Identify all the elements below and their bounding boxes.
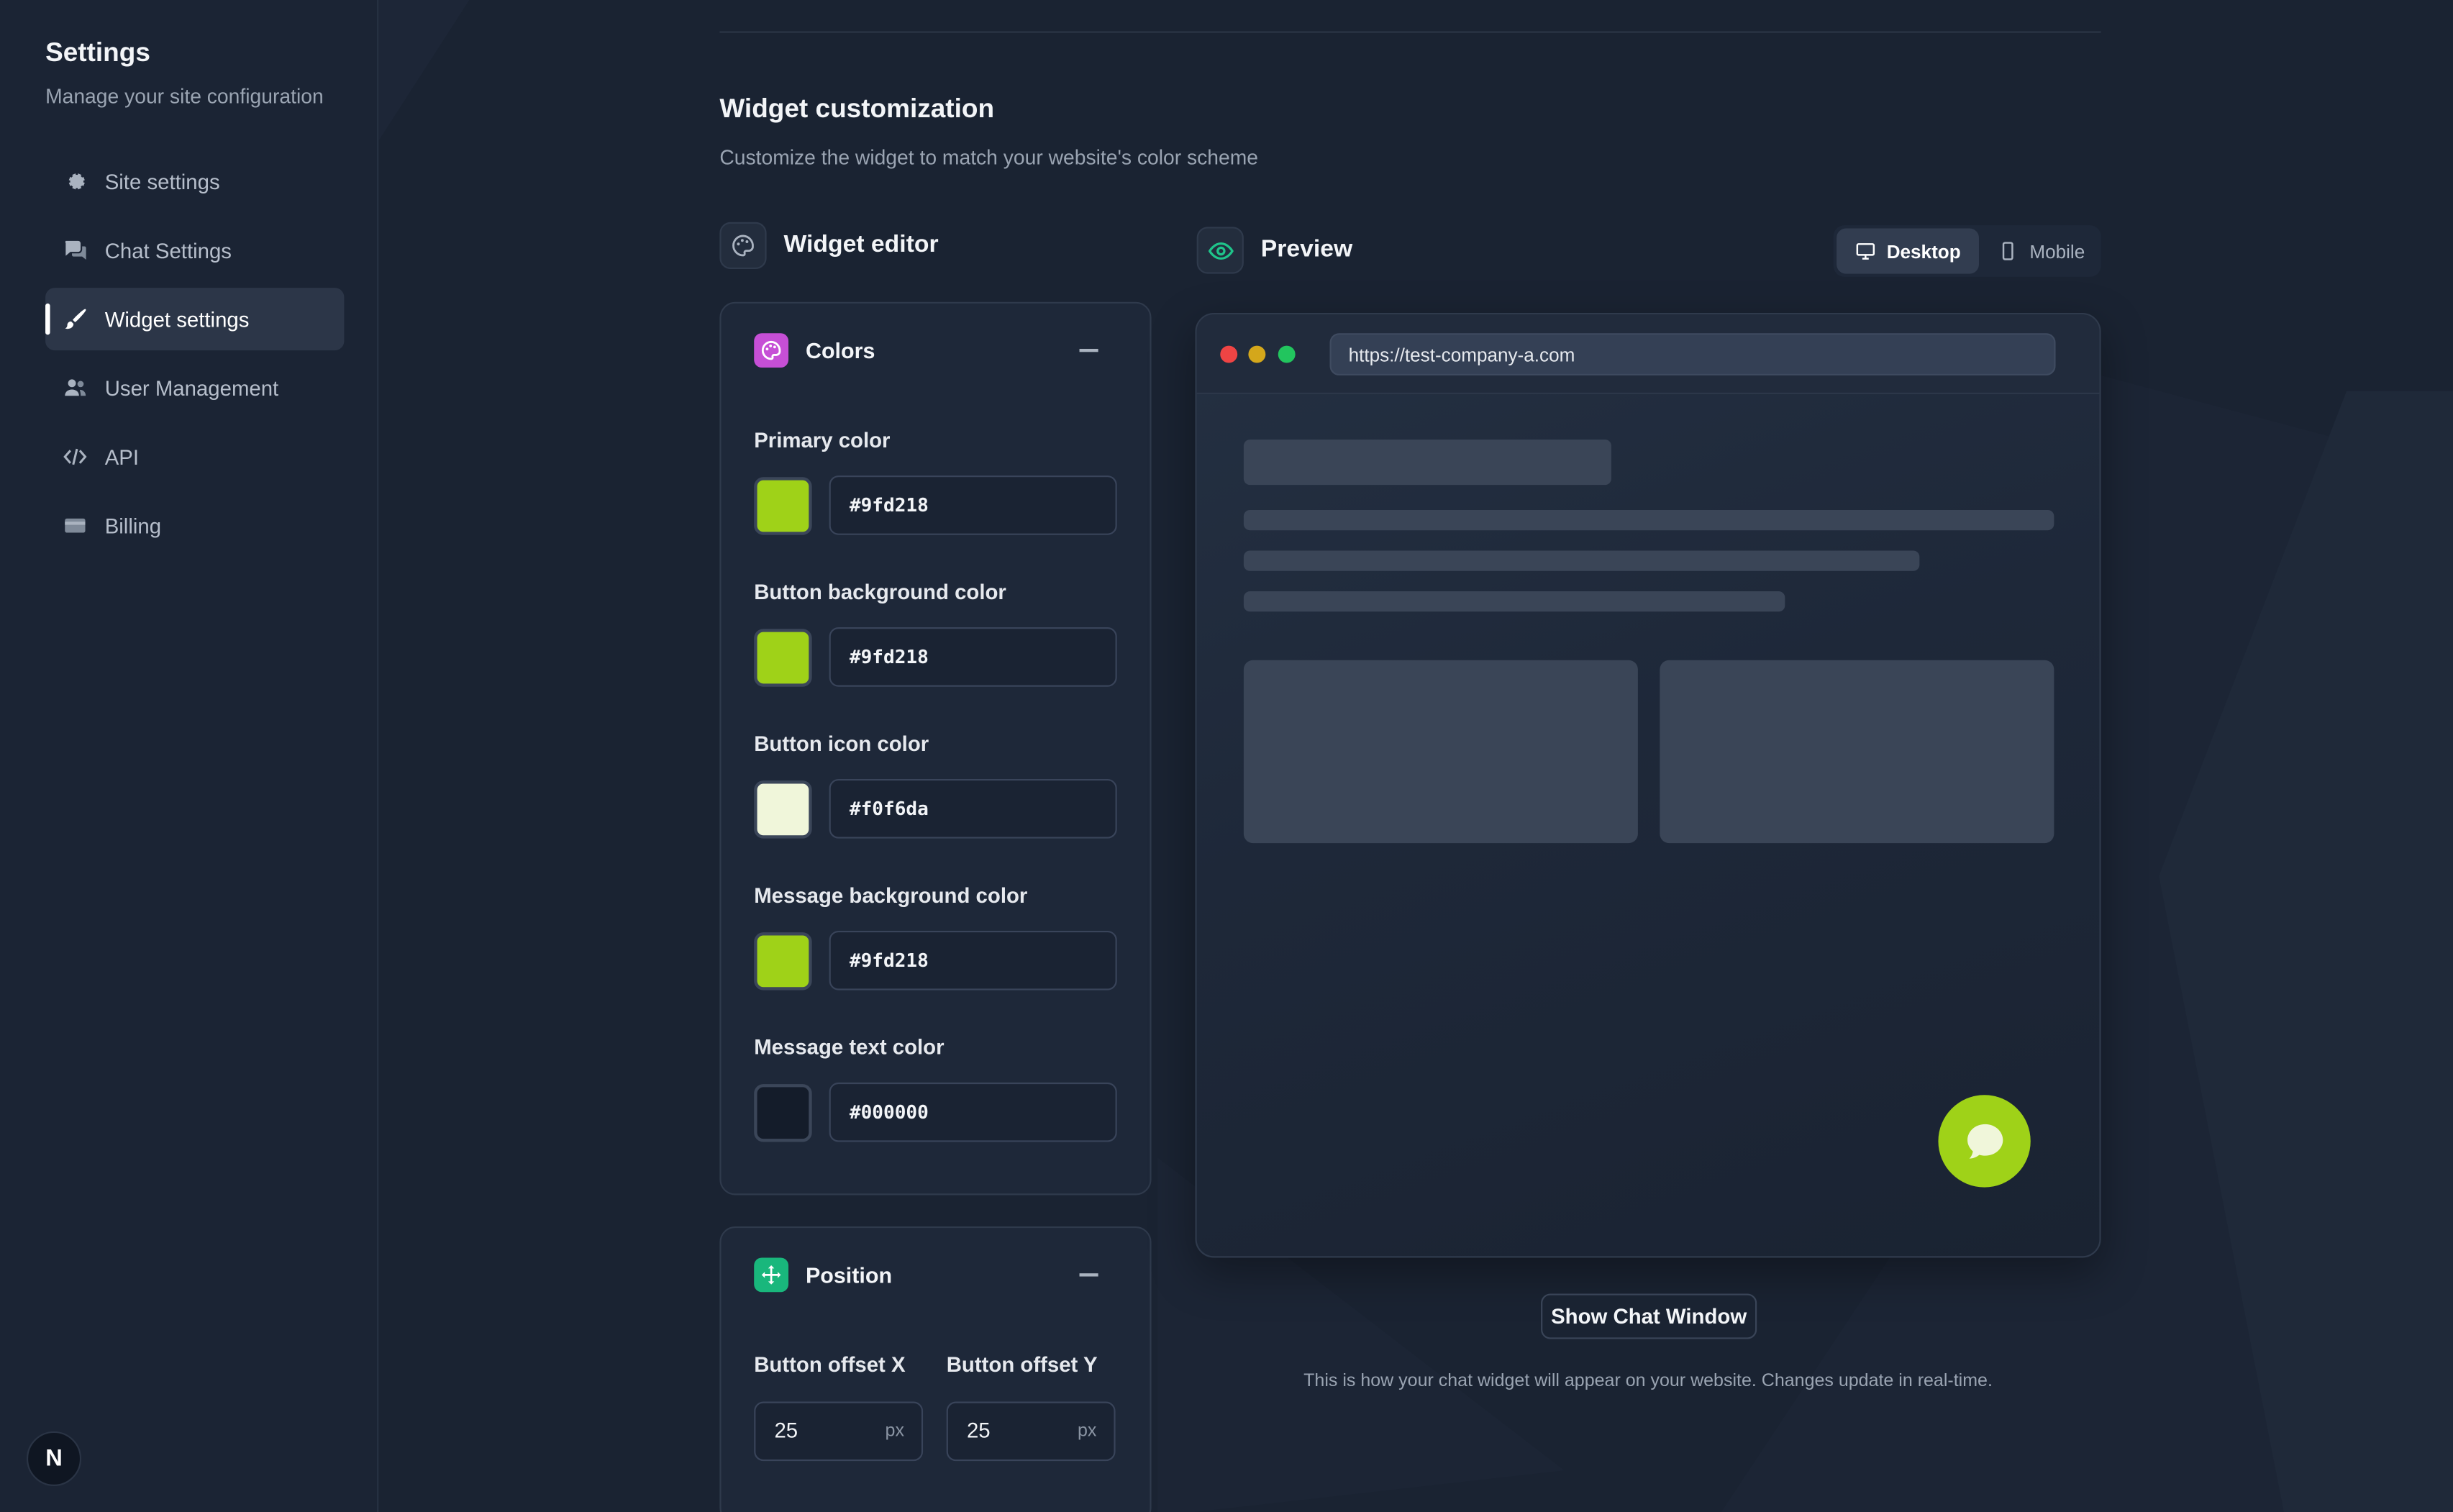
smartphone-icon (2003, 242, 2014, 260)
button-background-color-input[interactable]: #9fd218 (829, 627, 1117, 687)
button-offset-x-label: Button offset X (754, 1353, 906, 1377)
users-icon (63, 375, 88, 401)
colors-card-header[interactable]: Colors (754, 333, 1120, 368)
move-icon (754, 1257, 789, 1293)
show-chat-window-button[interactable]: Show Chat Window (1541, 1293, 1757, 1339)
sidebar-item-label: API (104, 445, 140, 469)
palette-outline-icon (719, 222, 767, 270)
sidebar-item-billing[interactable]: Billing (45, 494, 344, 557)
page-title: Widget customization (719, 94, 995, 124)
message-text-color-label: Message text color (754, 1035, 945, 1060)
browser-toolbar: https://test-company-a.com (1196, 314, 2100, 395)
sidebar: Settings Manage your site configuration … (0, 0, 379, 1512)
skeleton-card (1660, 660, 2054, 844)
top-divider (719, 31, 2101, 33)
sidebar-item-label: Chat Settings (104, 238, 232, 263)
app-logo-button[interactable]: N (26, 1431, 82, 1486)
button-icon-color-input[interactable]: #f0f6da (829, 779, 1117, 839)
brush-icon (63, 306, 88, 332)
message-text-color-input[interactable]: #000000 (829, 1082, 1117, 1142)
chat-bubble-icon (1966, 1123, 2003, 1158)
sidebar-subtitle: Manage your site configuration (45, 84, 324, 109)
browser-preview: https://test-company-a.com (1195, 312, 2101, 1258)
sidebar-item-label: Widget settings (104, 307, 250, 331)
collapse-position-button[interactable] (1079, 1273, 1098, 1277)
position-card-header[interactable]: Position (754, 1257, 1120, 1293)
address-bar: https://test-company-a.com (1329, 333, 2056, 375)
button-icon-color-label: Button icon color (754, 732, 929, 756)
button-offset-x-value: 25 (774, 1418, 798, 1443)
primary-color-swatch[interactable] (754, 477, 812, 535)
eye-icon (1196, 227, 1244, 274)
message-background-color-swatch[interactable] (754, 932, 812, 990)
collapse-colors-button[interactable] (1079, 348, 1098, 352)
sidebar-nav: Site settings Chat Settings Widget setti… (45, 150, 345, 563)
skeleton-card (1243, 660, 1638, 844)
sidebar-item-api[interactable]: API (45, 426, 344, 488)
preview-title: Preview (1260, 236, 1353, 263)
skeleton-line (1243, 550, 1920, 571)
offset-y-unit: px (1078, 1421, 1097, 1441)
toggle-desktop[interactable]: Desktop (1837, 228, 1980, 274)
offset-x-unit: px (885, 1421, 904, 1441)
sidebar-item-label: Site settings (104, 169, 220, 193)
window-close-dot (1220, 345, 1238, 363)
position-card-title: Position (805, 1262, 893, 1288)
position-card: Position Button offset X 25 px Button of… (719, 1226, 1152, 1512)
button-background-color-label: Button background color (754, 580, 1006, 604)
sidebar-item-chat-settings[interactable]: Chat Settings (45, 219, 344, 281)
chat-launcher-button[interactable] (1938, 1095, 2031, 1188)
colors-card: Colors Primary color #9fd218 Button back… (719, 301, 1152, 1196)
sidebar-title: Settings (45, 37, 150, 68)
monitor-icon (1856, 243, 1875, 260)
credit-card-icon (63, 513, 88, 538)
button-offset-y-input[interactable]: 25 px (946, 1401, 1116, 1462)
button-offset-x-input[interactable]: 25 px (754, 1401, 924, 1462)
sidebar-item-widget-settings[interactable]: Widget settings (45, 288, 345, 351)
widget-editor-header: Widget editor (719, 222, 939, 270)
skeleton-line (1243, 509, 2054, 531)
primary-color-input[interactable]: #9fd218 (829, 475, 1117, 535)
sidebar-item-site-settings[interactable]: Site settings (45, 150, 344, 213)
sidebar-item-label: User Management (104, 376, 279, 400)
toggle-desktop-label: Desktop (1886, 240, 1961, 263)
colors-card-title: Colors (805, 337, 875, 363)
toggle-mobile[interactable]: Mobile (1980, 229, 2104, 274)
gear-icon (63, 169, 88, 194)
toggle-mobile-label: Mobile (2029, 240, 2085, 263)
message-text-color-swatch[interactable] (754, 1084, 812, 1142)
app-root: Settings Manage your site configuration … (0, 0, 2453, 1512)
button-icon-color-swatch[interactable] (754, 780, 812, 839)
skeleton-heading (1243, 440, 1611, 486)
chat-bubbles-icon (63, 238, 88, 263)
device-toggle: Desktop Mobile (1833, 225, 2104, 277)
widget-editor-title: Widget editor (783, 231, 939, 258)
preview-note: This is how your chat widget will appear… (1303, 1372, 1993, 1391)
message-background-color-label: Message background color (754, 883, 1028, 908)
button-offset-y-label: Button offset Y (946, 1353, 1098, 1377)
window-maximize-dot (1278, 345, 1296, 363)
skeleton-line (1243, 591, 1785, 612)
window-minimize-dot (1248, 345, 1266, 363)
code-icon (63, 445, 88, 470)
sidebar-item-user-management[interactable]: User Management (45, 357, 344, 419)
primary-color-label: Primary color (754, 428, 891, 452)
page-subtitle: Customize the widget to match your websi… (719, 145, 1259, 169)
sidebar-item-label: Billing (104, 514, 162, 538)
palette-icon (754, 333, 789, 368)
preview-header: Preview (1196, 227, 1353, 274)
button-background-color-swatch[interactable] (754, 629, 812, 687)
message-background-color-input[interactable]: #9fd218 (829, 930, 1117, 990)
button-offset-y-value: 25 (966, 1418, 991, 1443)
